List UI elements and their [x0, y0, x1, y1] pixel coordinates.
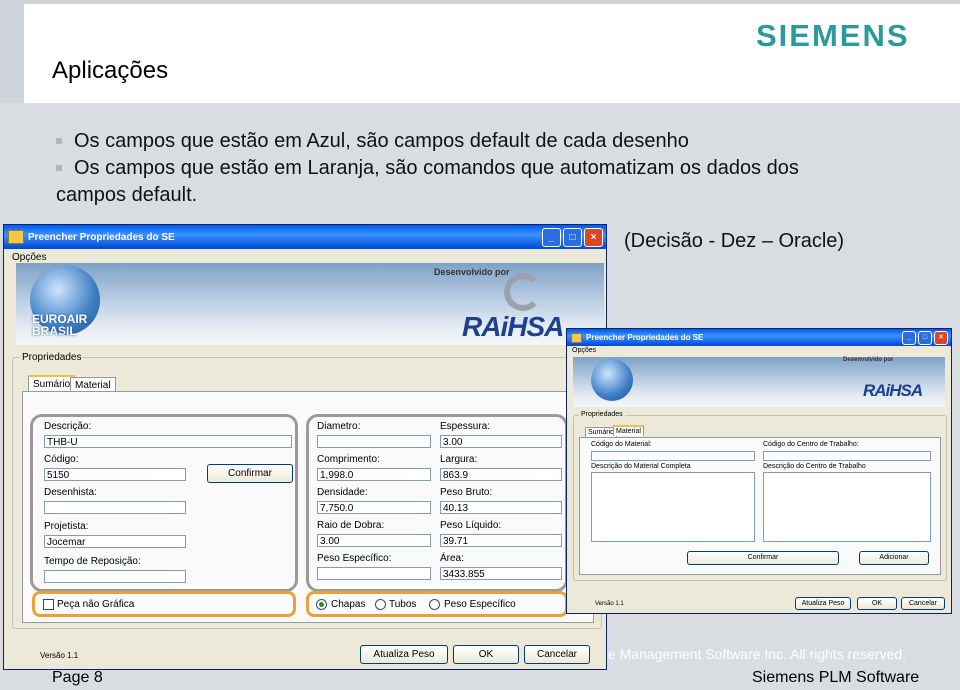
desc-centro-field[interactable] [763, 472, 931, 542]
tab-material[interactable]: Material [613, 425, 644, 436]
comprimento-field[interactable]: 1,998.0 [317, 468, 431, 481]
area-field[interactable]: 3433.855 [440, 567, 562, 580]
version-label: Versão 1.1 [40, 651, 79, 660]
siemens-logo: SIEMENS [756, 18, 910, 53]
ok-button[interactable]: OK [857, 597, 897, 610]
confirmar-button[interactable]: Confirmar [207, 464, 293, 483]
desc-material-field[interactable] [591, 472, 755, 542]
raihsa-swirl-icon [504, 273, 542, 311]
minimize-button[interactable]: _ [542, 227, 561, 247]
window-preencher-propriedades-material: Preencher Propriedades do SE _ □ × Opçõe… [566, 328, 952, 614]
group-label: Propriedades [579, 411, 625, 418]
desc-centro-label: Descrição do Centro de Trabalho [763, 463, 866, 470]
largura-field[interactable]: 863.9 [440, 468, 562, 481]
espessura-field[interactable]: 3.00 [440, 435, 562, 448]
maximize-button[interactable]: □ [918, 330, 932, 345]
raihsa-logo: RAiHSA [462, 311, 564, 342]
diametro-label: Diametro: [317, 421, 361, 432]
codigo-centro-field[interactable] [763, 451, 931, 461]
largura-label: Largura: [440, 454, 478, 465]
window-titlebar[interactable]: Preencher Propriedades do SE _ □ × [4, 225, 606, 249]
espessura-label: Espessura: [440, 421, 491, 432]
window-title: Preencher Propriedades do SE [586, 333, 704, 342]
menu-opcoes[interactable]: Opções [567, 346, 951, 355]
peso-bruto-label: Peso Bruto: [440, 487, 493, 498]
projetista-field[interactable]: Jocemar [44, 535, 186, 548]
radio-chapas-label: Chapas [331, 599, 366, 610]
desenhista-field[interactable] [44, 501, 186, 514]
densidade-field[interactable]: 7,750.0 [317, 501, 431, 514]
bullet-text: Os campos que estão em Azul, são campos … [74, 130, 689, 152]
maximize-button[interactable]: □ [563, 227, 582, 247]
minimize-button[interactable]: _ [902, 330, 916, 345]
ok-button[interactable]: OK [453, 645, 519, 664]
peso-bruto-field[interactable]: 40.13 [440, 501, 562, 514]
adicionar-button[interactable]: Adicionar [859, 551, 929, 565]
peso-especifico-field[interactable] [317, 567, 431, 580]
codigo-material-field[interactable] [591, 451, 755, 461]
codigo-label: Código: [44, 454, 79, 465]
codigo-field[interactable]: 5150 [44, 468, 186, 481]
tempo-reposicao-label: Tempo de Reposição: [44, 556, 141, 567]
bullet-item: Os campos que estão em Laranja, são coma… [56, 155, 799, 182]
peca-nao-grafica-label: Peça não Gráfica [57, 599, 135, 610]
bullet-continuation: campos default. [56, 184, 198, 206]
atualiza-peso-button[interactable]: Atualiza Peso [360, 645, 448, 664]
radio-peso-especifico[interactable] [429, 599, 440, 610]
window-title: Preencher Propriedades do SE [28, 231, 175, 243]
page-number: Page 8 [52, 669, 103, 686]
densidade-label: Densidade: [317, 487, 368, 498]
version-label: Versão 1.1 [595, 601, 624, 607]
app-icon [8, 230, 24, 244]
bullet-marker-icon [56, 165, 62, 171]
copyright-text: e Management Software Inc. All rights re… [608, 646, 907, 662]
desc-material-label: Descrição do Material Completa [591, 463, 691, 470]
bullet-marker-icon [56, 138, 62, 144]
window-titlebar[interactable]: Preencher Propriedades do SE _ □ × [567, 329, 951, 346]
codigo-centro-label: Código do Centro de Trabalho: [763, 441, 859, 448]
tab-sumario[interactable]: Sumário [28, 375, 76, 392]
atualiza-peso-button[interactable]: Atualiza Peso [795, 597, 851, 610]
cancelar-button[interactable]: Cancelar [524, 645, 590, 664]
slide-title: Aplicações [52, 57, 169, 84]
euroair-globe-icon [591, 359, 633, 401]
app-icon [571, 332, 582, 343]
radio-tubos[interactable] [375, 599, 386, 610]
group-label: Propriedades [20, 352, 84, 363]
peca-nao-grafica-checkbox[interactable] [43, 599, 54, 610]
euroair-logo: EUROAIR BRASIL [32, 312, 88, 338]
radio-tubos-label: Tubos [389, 599, 417, 610]
peso-liquido-label: Peso Líquido: [440, 520, 502, 531]
descricao-field[interactable]: THB-U [44, 435, 292, 448]
developed-by-label: Desenvolvido por [843, 357, 894, 363]
desenhista-label: Desenhista: [44, 487, 97, 498]
codigo-material-label: Código do Material: [591, 441, 652, 448]
descricao-label: Descrição: [44, 421, 92, 432]
footer-company: Siemens PLM Software [752, 669, 920, 686]
cancelar-button[interactable]: Cancelar [901, 597, 945, 610]
projetista-label: Projetista: [44, 521, 89, 532]
developed-by-label: Desenvolvido por [434, 267, 510, 277]
raio-dobra-label: Raio de Dobra: [317, 520, 385, 531]
close-button[interactable]: × [584, 227, 603, 247]
radio-chapas[interactable] [316, 599, 327, 610]
bullet-item: Os campos que estão em Azul, são campos … [56, 128, 799, 155]
close-button[interactable]: × [934, 330, 948, 345]
tempo-reposicao-field[interactable] [44, 570, 186, 583]
bullet-list: Os campos que estão em Azul, são campos … [56, 128, 799, 209]
radio-peso-especifico-label: Peso Específico [444, 599, 516, 610]
diametro-field[interactable] [317, 435, 431, 448]
confirmar-button[interactable]: Confirmar [687, 551, 839, 565]
comprimento-label: Comprimento: [317, 454, 380, 465]
raio-dobra-field[interactable]: 3.00 [317, 534, 431, 547]
window-preencher-propriedades: Preencher Propriedades do SE _ □ × Opçõe… [3, 224, 607, 670]
area-label: Área: [440, 553, 464, 564]
bullet-text: Os campos que estão em Laranja, são coma… [74, 157, 799, 179]
raihsa-logo: RAiHSA [863, 381, 923, 400]
peso-liquido-field[interactable]: 39.71 [440, 534, 562, 547]
peso-especifico-label: Peso Específico: [317, 553, 392, 564]
side-note: (Decisão - Dez – Oracle) [624, 230, 845, 252]
